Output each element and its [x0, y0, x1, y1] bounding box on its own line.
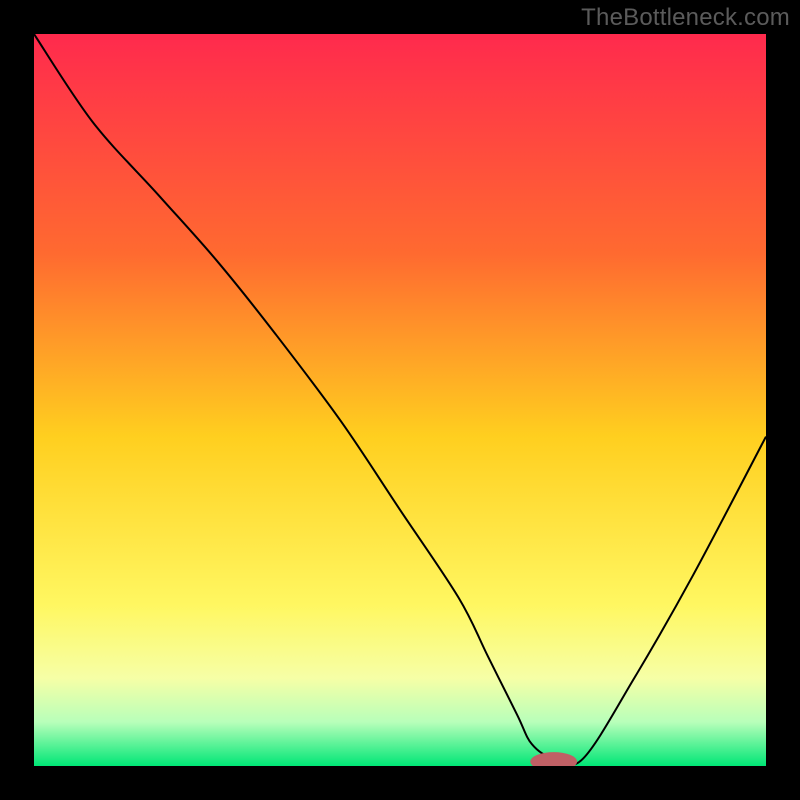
- chart-frame: TheBottleneck.com: [0, 0, 800, 800]
- bottleneck-chart: [34, 34, 766, 766]
- plot-area: [34, 34, 766, 766]
- watermark-text: TheBottleneck.com: [581, 4, 790, 32]
- gradient-background: [34, 34, 766, 766]
